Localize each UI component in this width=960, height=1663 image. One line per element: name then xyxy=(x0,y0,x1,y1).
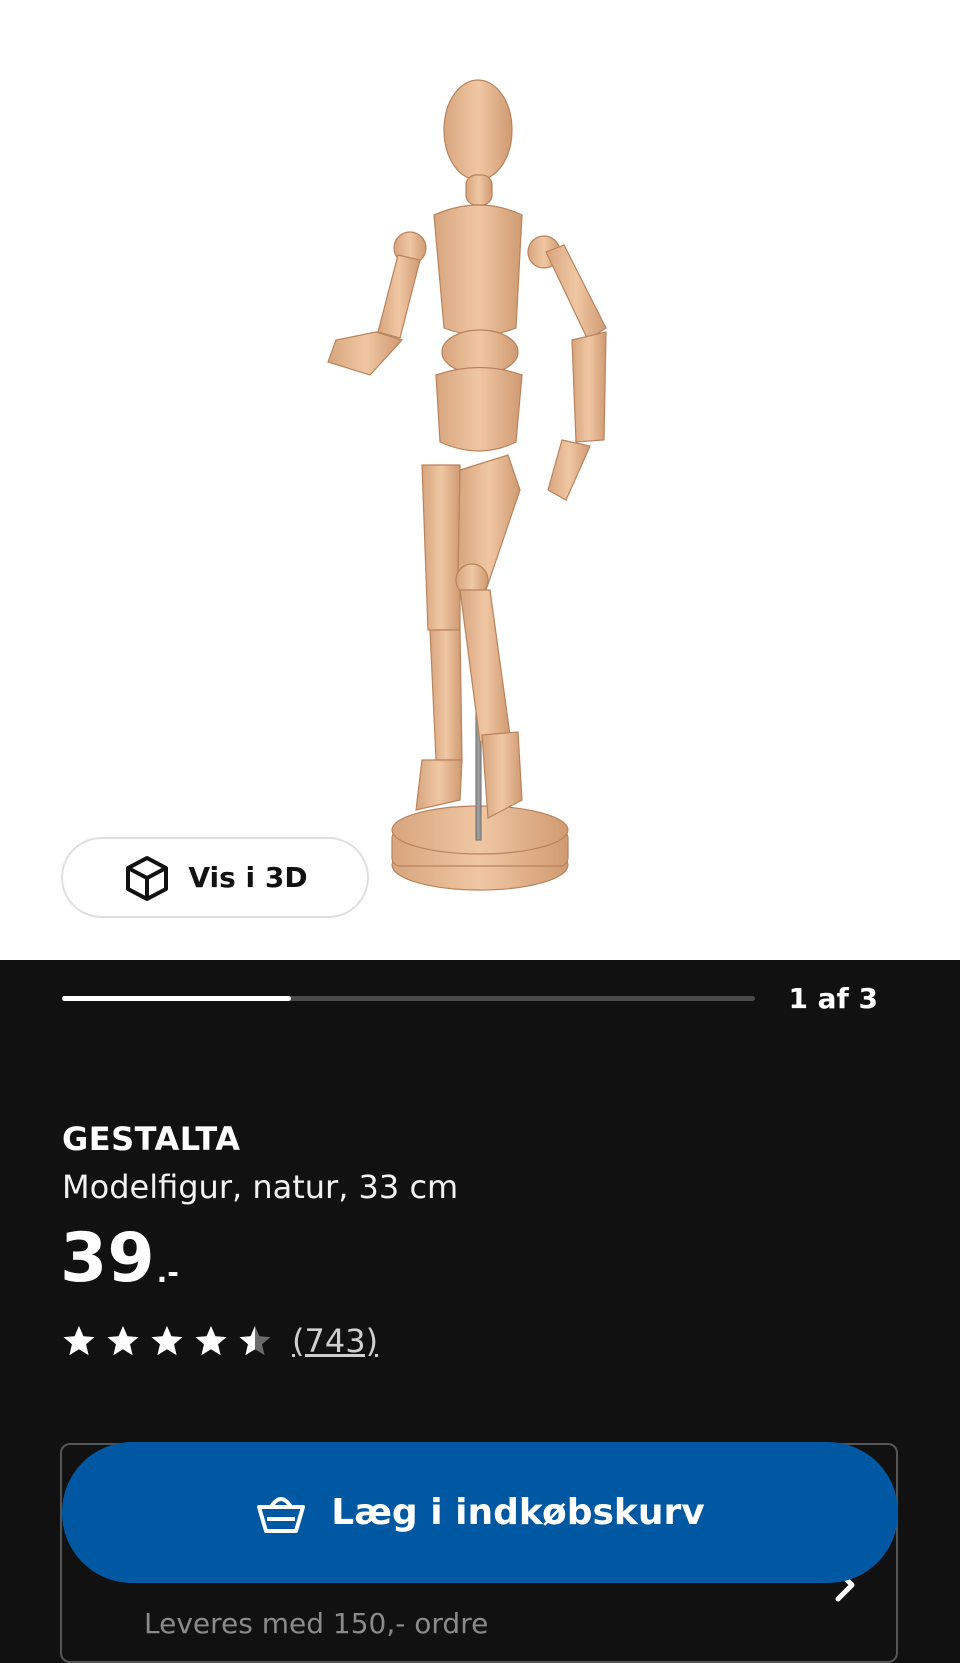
gallery-slide-counter: 1 af 3 xyxy=(788,982,878,1015)
rating-stars xyxy=(62,1324,272,1358)
gallery-progress-bar xyxy=(62,996,755,1001)
price-suffix: .- xyxy=(156,1256,179,1289)
product-image xyxy=(327,79,607,891)
add-to-cart-button[interactable]: Læg i indkøbskurv xyxy=(62,1442,898,1583)
shopping-basket-icon xyxy=(257,1496,306,1533)
star-icon xyxy=(151,1326,183,1356)
product-rating[interactable]: (743) xyxy=(62,1322,378,1360)
delivery-text: Leveres med 150,- ordre xyxy=(144,1607,489,1640)
product-name: GESTALTA xyxy=(62,1120,241,1158)
product-gallery[interactable]: Vis i 3D xyxy=(0,0,960,960)
add-to-cart-label: Læg i indkøbskurv xyxy=(331,1492,705,1533)
cube-icon xyxy=(126,855,169,901)
star-icon xyxy=(63,1326,95,1356)
star-icon xyxy=(195,1326,227,1356)
product-description: Modelfigur, natur, 33 cm xyxy=(62,1168,459,1206)
gallery-progress-fill xyxy=(62,996,291,1001)
star-icon xyxy=(107,1326,139,1356)
review-count-link[interactable]: (743) xyxy=(292,1322,378,1360)
view-in-3d-button[interactable]: Vis i 3D xyxy=(61,837,369,918)
price-value: 39 xyxy=(60,1219,155,1298)
view-in-3d-label: Vis i 3D xyxy=(188,861,308,894)
star-icon xyxy=(239,1326,271,1356)
product-price: 39 .- xyxy=(60,1225,179,1293)
